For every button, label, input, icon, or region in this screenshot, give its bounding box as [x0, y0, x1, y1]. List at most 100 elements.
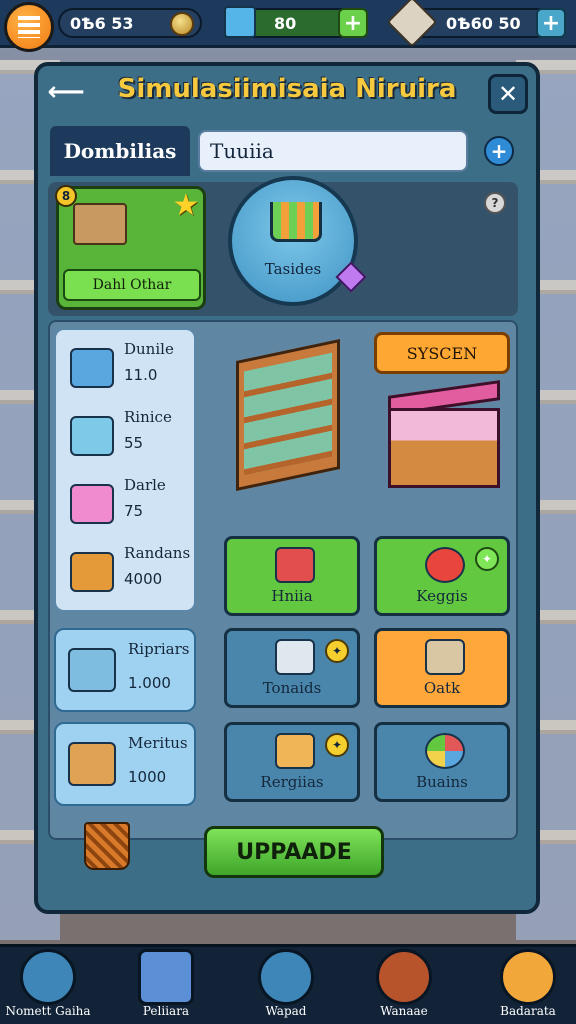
shopping-cart-icon — [270, 202, 322, 242]
tab-dombilias[interactable]: Dombilias — [50, 126, 190, 176]
gems-value: 80 — [274, 13, 297, 33]
crate-icon — [73, 203, 127, 245]
panel-title: Simulasiimisaia Niruira — [117, 74, 457, 104]
coin-icon — [170, 12, 194, 36]
boxes-value: 0Ѣ60 50 — [446, 13, 521, 33]
tomato-icon — [425, 547, 465, 583]
gems-counter: 80 + — [224, 6, 368, 38]
crate-icon — [138, 949, 194, 1005]
simulation-panel: ⟵ Simulasiimisaia Niruira ✕ Dombilias Tu… — [34, 62, 540, 914]
info-icon[interactable]: ? — [484, 192, 506, 214]
resource-card-value: 1000 — [128, 768, 167, 786]
list-item-name: Dunile — [124, 340, 174, 358]
box-icon — [68, 742, 116, 786]
cart-icon — [68, 648, 116, 692]
tile-label: Oatk — [423, 679, 461, 697]
top-bar: 0Ѣ6 53 80 + 0Ѣ60 50 + — [0, 0, 576, 52]
add-gems-button[interactable]: + — [338, 8, 368, 38]
nav-label: Badarata — [500, 1004, 556, 1018]
resource-list: Dunile 11.0 Rinice 55 Darle 75 Randans 4… — [54, 328, 196, 612]
add-boxes-button[interactable]: + — [536, 8, 566, 38]
nav-label: Wanaae — [380, 1004, 428, 1018]
shelf-rows — [244, 352, 332, 476]
daily-offer-button[interactable]: Dahl Othar — [63, 269, 201, 301]
upgrade-button[interactable]: UPPAADE — [204, 826, 384, 878]
cart-button[interactable]: Tasides — [228, 176, 367, 306]
nav-label: Peliiara — [142, 1004, 190, 1018]
resource-card[interactable]: Ripriars 1.000 — [54, 628, 196, 712]
cart-crate-icon — [70, 416, 114, 456]
tile-label: Tonaids — [262, 679, 322, 697]
menu-icon — [18, 16, 40, 38]
list-item-name: Randans — [124, 544, 191, 562]
boxes-counter: 0Ѣ60 50 + — [386, 0, 566, 48]
mascot-icon — [500, 949, 556, 1005]
list-item-name: Rinice — [124, 408, 172, 426]
box-icon — [386, 0, 438, 48]
pink-crate-icon — [70, 484, 114, 524]
nav-item-shop[interactable]: Peliiara — [118, 947, 214, 1024]
nav-item-profile[interactable]: Badarata — [480, 947, 576, 1024]
nav-item-home[interactable]: Nomett Gaiha — [0, 947, 96, 1024]
content-area: Dunile 11.0 Rinice 55 Darle 75 Randans 4… — [48, 320, 518, 878]
produce-basket-icon — [70, 552, 114, 592]
add-tab-button[interactable]: + — [484, 136, 514, 166]
tile-label: Rergiias — [260, 773, 324, 791]
resource-card[interactable]: Meritus 1000 — [54, 722, 196, 806]
pie-chart-icon — [425, 733, 465, 769]
tile-oatk[interactable]: Oatk — [374, 628, 510, 708]
hero-row: 8 ★ Dahl Othar Tasides ? — [48, 176, 518, 316]
name-input[interactable]: Tuuiia — [198, 130, 468, 172]
tile-hniia[interactable]: Hniia — [224, 536, 360, 616]
list-item[interactable]: Darle 75 — [66, 474, 192, 536]
tile-badge: ✦ — [325, 733, 349, 757]
list-item-name: Darle — [124, 476, 166, 494]
daily-offer-card[interactable]: 8 ★ Dahl Othar — [55, 185, 206, 310]
tile-badge: ✦ — [475, 547, 499, 571]
tile-rergiias[interactable]: ✦ Rergiias — [224, 722, 360, 802]
list-item-value: 55 — [124, 434, 144, 452]
list-item[interactable]: Dunile 11.0 — [66, 338, 192, 400]
back-button[interactable]: ⟵ — [44, 72, 88, 112]
tile-label: Buains — [416, 773, 468, 791]
gem-icon — [224, 6, 256, 38]
machine-icon — [425, 639, 465, 675]
home-icon — [20, 949, 76, 1005]
basket-icon — [84, 822, 130, 870]
nav-label: Nomett Gaiha — [5, 1004, 91, 1018]
star-icon: ★ — [172, 188, 200, 223]
nav-label: Wapad — [265, 1004, 307, 1018]
tile-badge: ✦ — [325, 639, 349, 663]
tile-tonaids[interactable]: ✦ Tonaids — [224, 628, 360, 708]
cup-icon — [275, 733, 315, 769]
resource-card-name: Ripriars — [128, 640, 190, 658]
tile-buains[interactable]: Buains — [374, 722, 510, 802]
list-item-value: 4000 — [124, 570, 163, 588]
blue-crate-icon — [70, 348, 114, 388]
close-button[interactable]: ✕ — [488, 74, 528, 114]
tile-label: Keggis — [416, 587, 468, 605]
system-button[interactable]: SYSCEN — [374, 332, 510, 374]
list-item[interactable]: Rinice 55 — [66, 406, 192, 468]
tab-row: Dombilias Tuuiia + — [48, 126, 528, 176]
resource-card-name: Meritus — [128, 734, 188, 752]
nav-item-map[interactable]: Wapad — [238, 947, 334, 1024]
list-item[interactable]: Randans 4000 — [66, 542, 192, 604]
register-icon — [275, 639, 315, 675]
nav-item-wanaae[interactable]: Wanaae — [356, 947, 452, 1024]
list-item-value: 75 — [124, 502, 144, 520]
crystal-icon — [335, 261, 367, 293]
red-box-icon — [275, 547, 315, 583]
list-item-value: 11.0 — [124, 366, 158, 384]
menu-button[interactable] — [4, 2, 54, 52]
shelf-illustration — [226, 334, 350, 494]
resource-card-value: 1.000 — [128, 674, 171, 692]
tile-keggis[interactable]: ✦ Keggis — [374, 536, 510, 616]
name-input-value: Tuuiia — [210, 139, 274, 163]
cart-label: Tasides — [264, 260, 322, 278]
stall-illustration — [376, 380, 506, 504]
package-icon — [258, 949, 314, 1005]
tile-label: Hniia — [271, 587, 313, 605]
cash-counter: 0Ѣ6 53 — [58, 8, 202, 38]
coconut-icon — [376, 949, 432, 1005]
